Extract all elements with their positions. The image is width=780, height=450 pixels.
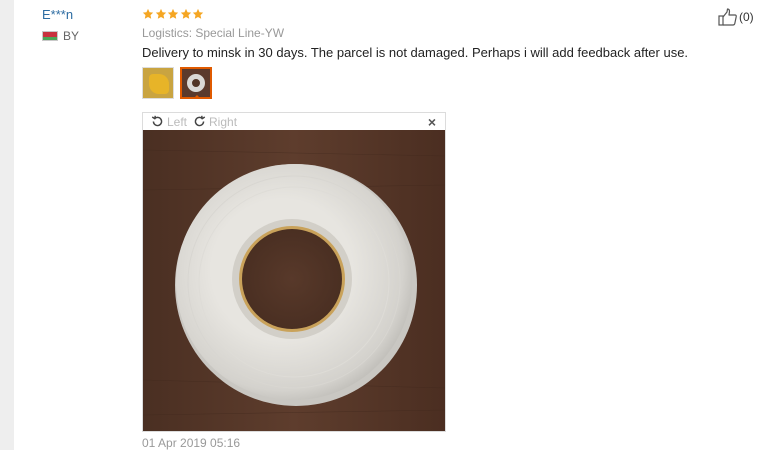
photo-viewer: Left Right × [142, 112, 446, 432]
review-date: 01 Apr 2019 05:16 [142, 436, 241, 450]
photo-thumbnails [142, 67, 772, 99]
rotate-left-icon [151, 115, 163, 127]
review-body: Logistics: Special Line-YW Delivery to m… [142, 8, 772, 99]
left-gutter [0, 0, 14, 450]
star-icon [142, 8, 154, 20]
star-icon [180, 8, 192, 20]
star-rating [142, 8, 772, 22]
thumbs-up-icon [718, 8, 737, 26]
rotate-left-button[interactable]: Left [151, 115, 187, 129]
rotate-right-button[interactable]: Right [193, 115, 237, 129]
reviewer-info: E***n BY [42, 7, 79, 43]
belarus-flag-icon [42, 31, 58, 41]
country-code: BY [63, 29, 80, 43]
helpful-button[interactable]: (0) [718, 8, 754, 26]
reviewer-name[interactable]: E***n [42, 7, 79, 22]
star-icon [155, 8, 167, 20]
rotate-left-label: Left [167, 114, 188, 129]
logistics-info: Logistics: Special Line-YW [142, 26, 285, 40]
star-icon [167, 8, 179, 20]
photo-thumbnail-selected[interactable] [180, 67, 212, 99]
review-photo [143, 130, 445, 431]
viewer-toolbar: Left Right × [143, 113, 445, 130]
helpful-count: (0) [739, 10, 754, 24]
reviewer-country: BY [42, 29, 79, 43]
star-icon [192, 8, 204, 20]
photo-thumbnail[interactable] [142, 67, 174, 99]
rotate-right-label: Right [209, 114, 238, 129]
rotate-right-icon [194, 115, 206, 127]
review-text: Delivery to minsk in 30 days. The parcel… [142, 45, 689, 60]
close-icon[interactable]: × [428, 114, 436, 130]
